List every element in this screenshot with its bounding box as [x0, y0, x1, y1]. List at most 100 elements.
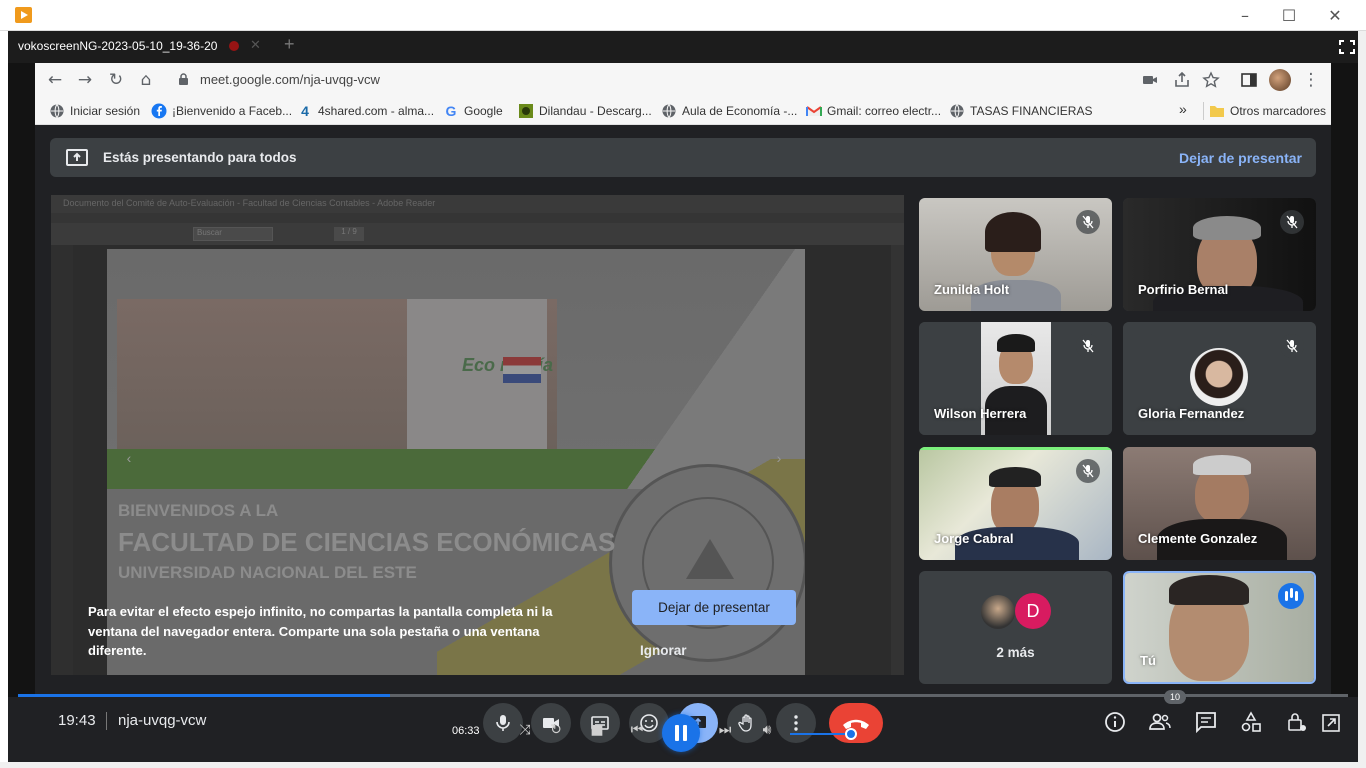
bookmark-label: TASAS FINANCIERAS — [970, 104, 1093, 118]
shared-search-box: Buscar — [193, 227, 273, 241]
forward-icon[interactable]: → — [75, 70, 95, 90]
reload-icon[interactable]: ↻ — [106, 70, 126, 90]
more-menu-icon[interactable]: ⋮ — [1301, 70, 1321, 90]
bookmarks-separator — [1203, 102, 1204, 120]
slide-faculty-line: FACULTAD DE CIENCIAS ECONÓMICAS — [118, 527, 616, 557]
bookmark-label: ¡Bienvenido a Faceb... — [172, 104, 293, 118]
infinite-mirror-warning: Para evitar el efecto espejo infinito, n… — [88, 604, 553, 658]
participant-tile[interactable]: Clemente Gonzalez — [1123, 447, 1316, 560]
player-next-icon[interactable]: ⏭ — [710, 719, 740, 741]
share-icon[interactable] — [1173, 71, 1191, 89]
lock-icon[interactable] — [178, 73, 189, 91]
player-app-icon — [15, 7, 32, 23]
mic-off-icon — [1280, 210, 1304, 234]
window-border-bottom — [0, 762, 1366, 768]
meet-bottom-bar: 19:43 nja-uvqg-vcw 06:33 ⤨ ↻ ■ ⏮ ⏭ 🔊︎ 10 — [8, 690, 1358, 762]
recording-dot-icon — [229, 41, 239, 51]
participant-name: Zunilda Holt — [934, 282, 1010, 297]
browser-toolbar: ← → ↻ ⌂ meet.google.com/nja-uvqg-vcw ⋮ — [35, 63, 1331, 97]
participant-avatar — [1190, 348, 1248, 406]
player-shuffle-icon[interactable]: ⤨ — [514, 719, 536, 741]
participant-hair — [985, 212, 1041, 252]
bookmarks-overflow-icon[interactable]: » — [1179, 101, 1187, 117]
other-bookmarks-label: Otros marcadores — [1230, 104, 1327, 118]
slide-university-line: UNIVERSIDAD NACIONAL DEL ESTE — [118, 563, 417, 582]
window-border — [1358, 31, 1366, 768]
meet-page: Estás presentando para todos Dejar de pr… — [35, 125, 1331, 762]
participant-avatar-letter: D — [1015, 593, 1051, 629]
participant-tile[interactable]: Gloria Fernandez — [1123, 322, 1316, 435]
people-count-badge: 10 — [1164, 690, 1186, 704]
globe-icon — [949, 103, 965, 119]
browser-tabstrip: vokoscreenNG-2023-05-10_19-36-20 ✕ + — [8, 31, 1358, 63]
video-player: vokoscreenNG-2023-05-10_19-36-20 ✕ + ← →… — [8, 31, 1358, 762]
participant-avatar — [981, 595, 1015, 629]
more-participants-tile[interactable]: D 2 más — [919, 571, 1112, 684]
activities-icon[interactable] — [1239, 710, 1263, 734]
home-icon[interactable]: ⌂ — [136, 70, 156, 90]
globe-icon — [49, 103, 65, 119]
mic-off-icon — [1076, 334, 1100, 358]
participant-tile[interactable]: Jorge Cabral — [919, 447, 1112, 560]
minimize-button[interactable]: – — [1222, 0, 1268, 31]
player-previous-icon[interactable]: ⏮ — [622, 719, 652, 741]
meeting-details-icon[interactable] — [1103, 710, 1127, 734]
4shared-icon: 4 — [301, 103, 309, 119]
participant-name: Gloria Fernandez — [1138, 406, 1245, 421]
participant-hair — [989, 467, 1041, 487]
address-bar[interactable]: meet.google.com/nja-uvqg-vcw — [200, 72, 380, 87]
stop-presenting-link[interactable]: Dejar de presentar — [1179, 150, 1302, 166]
present-screen-icon — [66, 149, 88, 171]
tab-close-icon[interactable]: ✕ — [250, 37, 261, 53]
bookmark-label: Google — [464, 104, 503, 118]
player-stop-icon[interactable]: ■ — [586, 719, 608, 741]
os-titlebar: – ☐ ✕ — [0, 0, 1366, 31]
participant-hair — [997, 334, 1035, 352]
university-seal-emblem — [686, 539, 734, 579]
popout-icon[interactable] — [1321, 713, 1345, 737]
people-icon[interactable] — [1148, 710, 1172, 734]
player-volume-slider[interactable] — [790, 728, 858, 740]
globe-icon — [661, 103, 677, 119]
profile-avatar[interactable] — [1269, 69, 1291, 91]
side-panel-icon[interactable] — [1240, 71, 1258, 89]
camera-icon[interactable] — [1141, 71, 1159, 89]
player-pause-button[interactable] — [662, 714, 700, 752]
recording-title: vokoscreenNG-2023-05-10_19-36-20 — [18, 39, 218, 53]
slide-prev-icon: ‹ — [126, 450, 132, 466]
participant-tile[interactable]: Porfirio Bernal — [1123, 198, 1316, 311]
university-seal — [609, 464, 805, 662]
bottom-separator — [106, 712, 107, 730]
more-options-button[interactable] — [776, 703, 816, 743]
close-button[interactable]: ✕ — [1312, 0, 1358, 31]
bookmark-star-icon[interactable] — [1202, 71, 1220, 89]
self-tile[interactable]: Tú — [1123, 571, 1316, 684]
shared-toolbar: Buscar 1 / 9 — [51, 223, 904, 245]
gmail-icon — [806, 103, 822, 119]
participant-hair — [1193, 216, 1261, 240]
bookmark-label: 4shared.com - alma... — [318, 104, 435, 118]
presenting-text: Estás presentando para todos — [103, 150, 297, 165]
player-loop-icon[interactable]: ↻ — [545, 719, 567, 741]
player-volume-fill — [790, 733, 852, 735]
new-tab-icon[interactable]: + — [284, 34, 295, 55]
participant-video-edge — [919, 447, 1112, 450]
stop-presenting-button[interactable]: Dejar de presentar — [632, 590, 796, 625]
shared-scrollbar — [891, 245, 904, 675]
bookmark-label: Iniciar sesión — [70, 104, 141, 118]
bookmarks-bar: Iniciar sesión ¡Bienvenido a Faceb... 4 … — [35, 97, 1331, 125]
chat-icon[interactable] — [1194, 710, 1218, 734]
participant-hair — [1193, 455, 1251, 475]
google-icon: G — [445, 103, 457, 119]
participant-tile[interactable]: Zunilda Holt — [919, 198, 1112, 311]
bookmark-label: Gmail: correo electr... — [827, 104, 942, 118]
meeting-clock: 19:43 — [58, 712, 96, 729]
host-controls-icon[interactable] — [1285, 710, 1309, 734]
participant-tile[interactable]: Wilson Herrera — [919, 322, 1112, 435]
back-icon[interactable]: ← — [45, 70, 65, 90]
participant-name: Tú — [1140, 653, 1156, 668]
maximize-button[interactable]: ☐ — [1266, 0, 1312, 31]
player-volume-icon[interactable]: 🔊︎ — [756, 719, 778, 741]
ignore-button[interactable]: Ignorar — [640, 643, 687, 658]
fullscreen-icon[interactable] — [1338, 39, 1356, 55]
